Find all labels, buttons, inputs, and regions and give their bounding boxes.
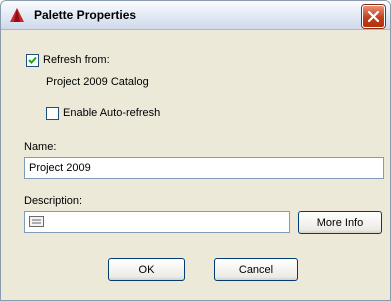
more-info-button[interactable]: More Info — [298, 211, 382, 234]
refresh-source-text: Project 2009 Catalog — [46, 76, 149, 88]
title-bar[interactable]: Palette Properties — [1, 1, 390, 30]
name-label: Name: — [24, 141, 57, 153]
cancel-button[interactable]: Cancel — [214, 258, 298, 281]
text-edit-icon[interactable] — [29, 216, 44, 227]
palette-properties-dialog: Palette Properties Refresh from: Project… — [0, 0, 391, 301]
dialog-body: Refresh from: Project 2009 Catalog Enabl… — [1, 30, 390, 300]
autocad-icon — [9, 7, 25, 23]
enable-auto-refresh-label[interactable]: Enable Auto-refresh — [63, 107, 160, 119]
enable-auto-refresh-checkbox[interactable] — [46, 107, 59, 120]
refresh-from-label[interactable]: Refresh from: — [43, 54, 110, 66]
close-button[interactable] — [362, 5, 385, 28]
description-label: Description: — [24, 195, 83, 207]
checkmark-icon — [28, 56, 37, 64]
close-icon — [368, 11, 379, 22]
ok-button[interactable]: OK — [108, 258, 185, 281]
refresh-from-checkbox[interactable] — [26, 54, 39, 67]
name-field[interactable]: Project 2009 — [24, 157, 384, 179]
name-value: Project 2009 — [29, 162, 91, 174]
description-field[interactable] — [24, 211, 290, 233]
dialog-title: Palette Properties — [34, 8, 137, 22]
